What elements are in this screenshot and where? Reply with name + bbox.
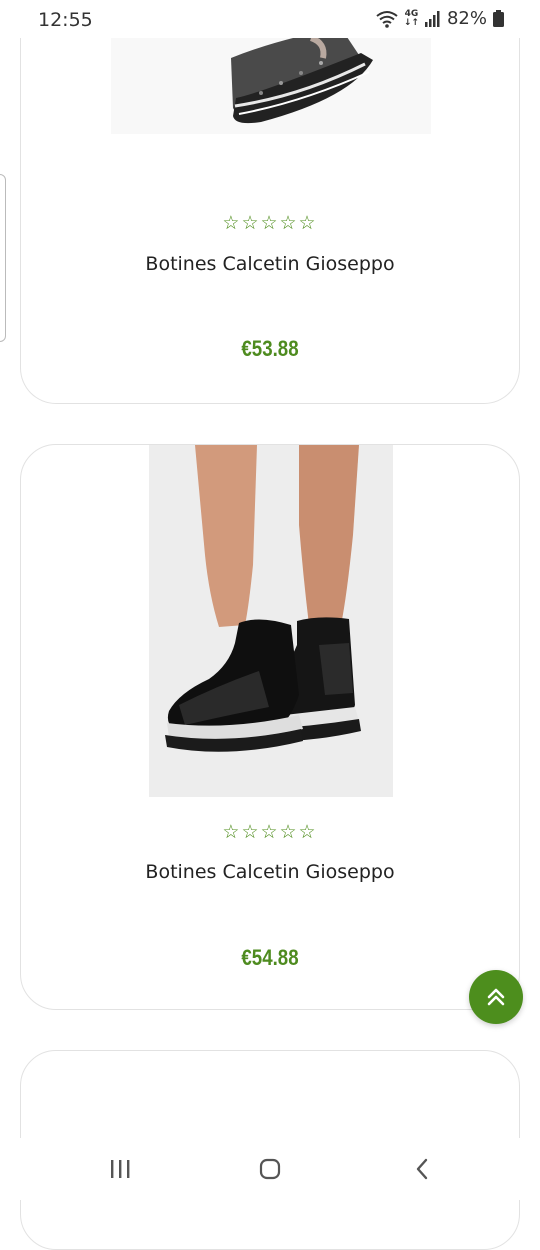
product-card[interactable]: ☆☆☆☆☆ Botines Calcetin Gioseppo €54.88 [20, 444, 520, 1010]
product-name[interactable]: Botines Calcetin Gioseppo [21, 861, 519, 883]
network-type: 4G ↓↑ [403, 8, 419, 28]
product-image[interactable] [149, 445, 393, 797]
home-button[interactable] [250, 1154, 290, 1184]
system-nav-bar [0, 1138, 540, 1200]
battery-icon [493, 10, 504, 27]
status-bar: 12:55 4G ↓↑ 82% [0, 0, 540, 38]
boot-image [149, 445, 393, 797]
home-icon [259, 1158, 281, 1180]
product-price: €54.88 [241, 945, 299, 970]
double-chevron-up-icon [487, 988, 505, 1006]
product-name[interactable]: Botines Calcetin Gioseppo [21, 253, 519, 275]
recent-apps-button[interactable] [100, 1154, 140, 1184]
product-card[interactable]: ☆☆☆☆☆ Botines Calcetin Gioseppo €53.88 [20, 0, 520, 404]
battery-percent: 82% [446, 8, 487, 29]
wifi-icon [376, 10, 398, 28]
back-icon [416, 1158, 428, 1180]
rating-stars: ☆☆☆☆☆ [222, 821, 318, 843]
product-price: €53.88 [241, 336, 299, 361]
status-icons: 4G ↓↑ 82% [376, 8, 504, 29]
signal-icon [424, 10, 440, 27]
scroll-to-top-button[interactable] [469, 970, 523, 1024]
rating-stars: ☆☆☆☆☆ [222, 212, 318, 234]
recent-apps-icon [111, 1160, 130, 1178]
side-drawer-tab[interactable] [0, 174, 6, 342]
back-button[interactable] [402, 1154, 442, 1184]
status-time: 12:55 [38, 9, 93, 31]
